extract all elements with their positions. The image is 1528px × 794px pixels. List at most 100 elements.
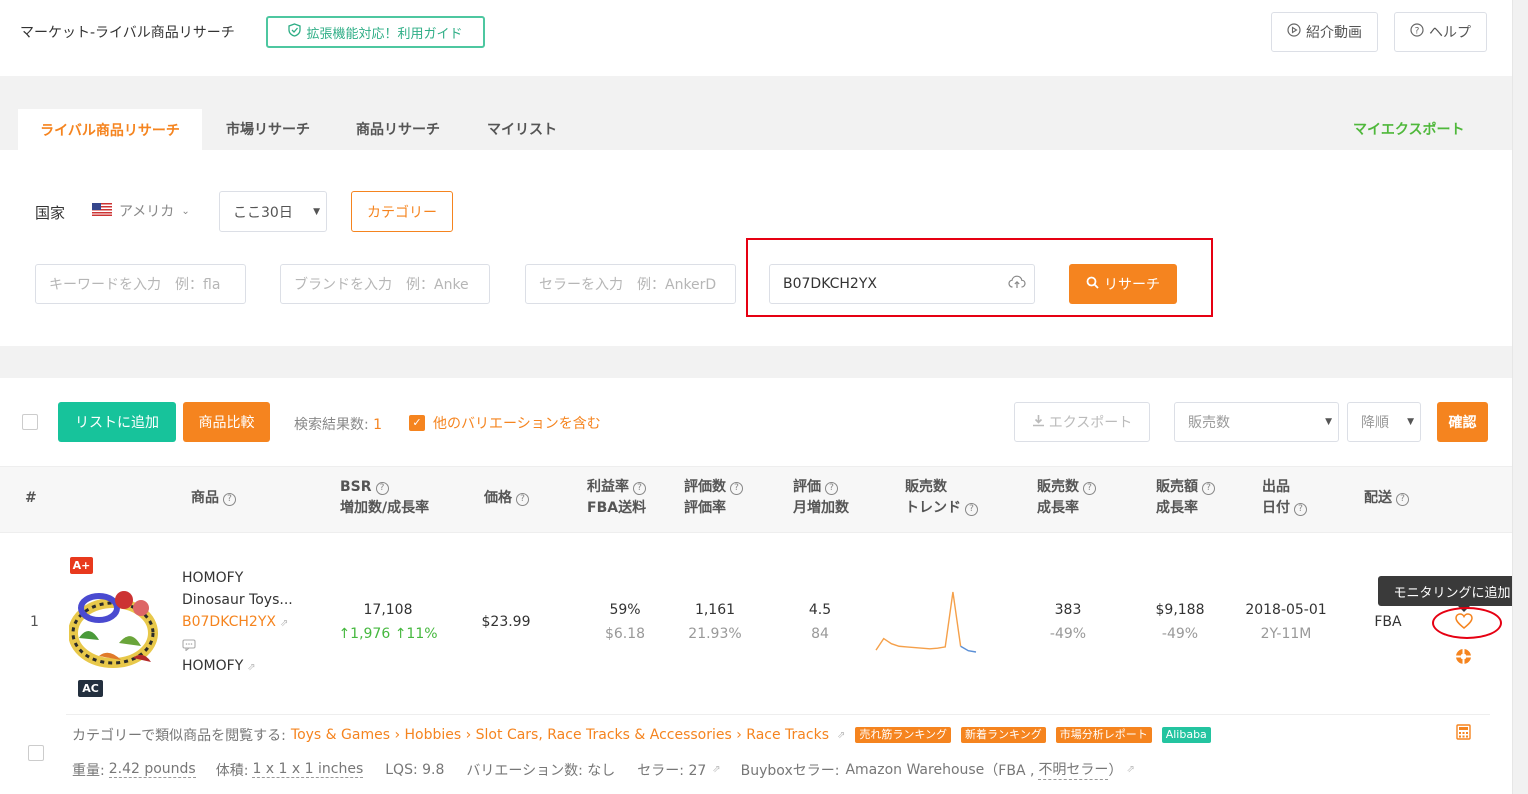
price-cell: $23.99 — [481, 614, 531, 630]
order-value: 降順 — [1361, 415, 1389, 431]
cloud-upload-icon[interactable] — [1008, 275, 1026, 293]
question-icon[interactable]: ? — [1202, 482, 1215, 495]
question-icon[interactable]: ? — [825, 482, 838, 495]
caret-down-icon: ▼ — [1407, 417, 1414, 427]
col-shipping-label: 配送 — [1364, 490, 1392, 506]
col-sales-label: 販売数 — [1037, 479, 1079, 495]
row-checkbox[interactable] — [28, 745, 44, 761]
category-button[interactable]: カテゴリー — [351, 191, 453, 232]
tab-rival-research[interactable]: ライバル商品リサーチ — [18, 109, 202, 151]
question-icon[interactable]: ? — [375, 482, 389, 495]
question-icon[interactable]: ? — [516, 493, 529, 506]
confirm-button[interactable]: 確認 — [1437, 402, 1488, 442]
sort-value: 販売数 — [1188, 415, 1230, 431]
product-title[interactable]: Dinosaur Toys... — [182, 592, 293, 608]
seller-placeholder: セラーを入力 例：AnkerD — [539, 277, 717, 293]
col-price: 価格? — [484, 488, 529, 509]
search-button[interactable]: リサーチ — [1069, 264, 1177, 304]
col-bsr-sub: 増加数/成長率 — [340, 500, 430, 516]
question-icon[interactable]: ? — [223, 493, 236, 506]
lqs-value: LQS: 9.8 — [385, 761, 445, 778]
question-icon[interactable]: ? — [1396, 493, 1409, 506]
size-value: 1 x 1 x 1 inches — [252, 761, 364, 778]
calculator-icon[interactable] — [1456, 724, 1471, 744]
product-asin[interactable]: B07DKCH2YX ⇗ — [182, 614, 288, 630]
col-reviews-label: 評価数 — [684, 479, 726, 495]
question-icon[interactable]: ? — [633, 482, 646, 495]
seller-name[interactable]: HOMOFY — [182, 658, 243, 674]
sales-growth: -49% — [1049, 626, 1087, 642]
col-reviews-sub: 評価率 — [684, 500, 726, 516]
col-rating: 評価? 月増加数 — [793, 477, 849, 519]
select-all-checkbox[interactable] — [22, 414, 38, 430]
asin-link[interactable]: B07DKCH2YX — [182, 614, 276, 630]
col-margin-sub: FBA送料 — [587, 500, 647, 516]
product-seller[interactable]: HOMOFY ⇗ — [182, 658, 256, 674]
heart-icon[interactable] — [1455, 613, 1473, 633]
compare-button[interactable]: 商品比較 — [183, 402, 270, 442]
sort-select[interactable]: 販売数 ▼ — [1174, 402, 1339, 442]
video-button[interactable]: 紹介動画 — [1271, 12, 1378, 52]
guide-label: 拡張機能対応！利用ガイド — [306, 26, 463, 42]
video-label: 紹介動画 — [1306, 25, 1362, 41]
monitor-tooltip: モニタリングに追加 — [1378, 576, 1526, 606]
help-button[interactable]: ? ヘルプ — [1394, 12, 1487, 52]
variation-label: 他のバリエーションを含む — [433, 416, 601, 432]
col-revenue-sub: 成長率 — [1156, 500, 1198, 516]
col-sales: 販売数? 成長率 — [1037, 477, 1096, 519]
market-report-tag[interactable]: 市場分析レポート — [1055, 727, 1152, 743]
age-value: 2Y-11M — [1260, 626, 1312, 642]
order-select[interactable]: 降順 ▼ — [1347, 402, 1421, 442]
scrollbar-track[interactable] — [1512, 0, 1528, 794]
tab-market-research[interactable]: 市場リサーチ — [226, 119, 310, 139]
keyword-input[interactable]: キーワードを入力 例：fla — [35, 264, 246, 304]
play-circle-icon — [1287, 23, 1301, 41]
compare-label: 商品比較 — [198, 415, 255, 431]
question-icon[interactable]: ? — [1083, 482, 1096, 495]
chat-icon[interactable] — [182, 639, 196, 655]
country-label: 国家 — [35, 204, 66, 222]
tab-product-research[interactable]: 商品リサーチ — [356, 119, 440, 139]
bestseller-tag[interactable]: 売れ筋ランキング — [855, 727, 952, 743]
question-icon[interactable]: ? — [1294, 503, 1307, 516]
external-link-icon[interactable]: ⇗ — [1126, 764, 1134, 775]
guide-button[interactable]: 拡張機能対応！利用ガイド — [266, 16, 485, 48]
tab-my-list[interactable]: マイリスト — [487, 119, 557, 139]
sales-trend-sparkline[interactable] — [872, 588, 980, 656]
chevron-down-icon: ⌄ — [181, 205, 190, 217]
variation-checkbox[interactable]: ✓ 他のバリエーションを含む — [409, 413, 601, 433]
external-link-icon[interactable]: ⇗ — [280, 618, 288, 629]
question-icon[interactable]: ? — [965, 503, 978, 516]
margin-cell: 59% $6.18 — [595, 598, 655, 646]
period-select[interactable]: ここ30日 ▼ — [219, 191, 327, 232]
question-circle-icon: ? — [1410, 23, 1424, 41]
tab-label: ライバル商品リサーチ — [40, 123, 180, 139]
badge-aplus: A+ — [70, 557, 93, 574]
alibaba-tag[interactable]: Alibaba — [1161, 727, 1211, 743]
add-to-list-button[interactable]: リストに追加 — [58, 402, 176, 442]
row-divider — [66, 714, 1490, 715]
margin-value: 59% — [609, 602, 641, 618]
product-image[interactable] — [68, 578, 158, 670]
us-flag-icon — [92, 202, 112, 220]
sales-value: 383 — [1054, 602, 1082, 618]
confirm-label: 確認 — [1448, 415, 1477, 431]
new-release-tag[interactable]: 新着ランキング — [961, 727, 1046, 743]
row-index: 1 — [30, 614, 39, 630]
asin-input[interactable]: B07DKCH2YX — [769, 264, 1035, 304]
page-title: マーケット-ライバル商品リサーチ — [20, 25, 235, 41]
lifebuoy-icon[interactable] — [1455, 648, 1472, 669]
export-button[interactable]: エクスポート — [1014, 402, 1150, 442]
external-link-icon[interactable]: ⇗ — [712, 764, 720, 775]
revenue-growth: -49% — [1161, 626, 1199, 642]
external-link-icon[interactable]: ⇗ — [837, 730, 845, 741]
reviews-value: 1,161 — [694, 602, 736, 618]
brand-input[interactable]: ブランドを入力 例：Anke — [280, 264, 490, 304]
seller-input[interactable]: セラーを入力 例：AnkerD — [525, 264, 736, 304]
external-link-icon[interactable]: ⇗ — [247, 662, 255, 673]
category-path-link[interactable]: Toys & Games › Hobbies › Slot Cars, Race… — [291, 727, 829, 743]
search-icon — [1086, 276, 1099, 293]
my-export-link[interactable]: マイエクスポート — [1353, 119, 1464, 139]
country-select[interactable]: アメリカ ⌄ — [92, 201, 190, 221]
question-icon[interactable]: ? — [730, 482, 743, 495]
